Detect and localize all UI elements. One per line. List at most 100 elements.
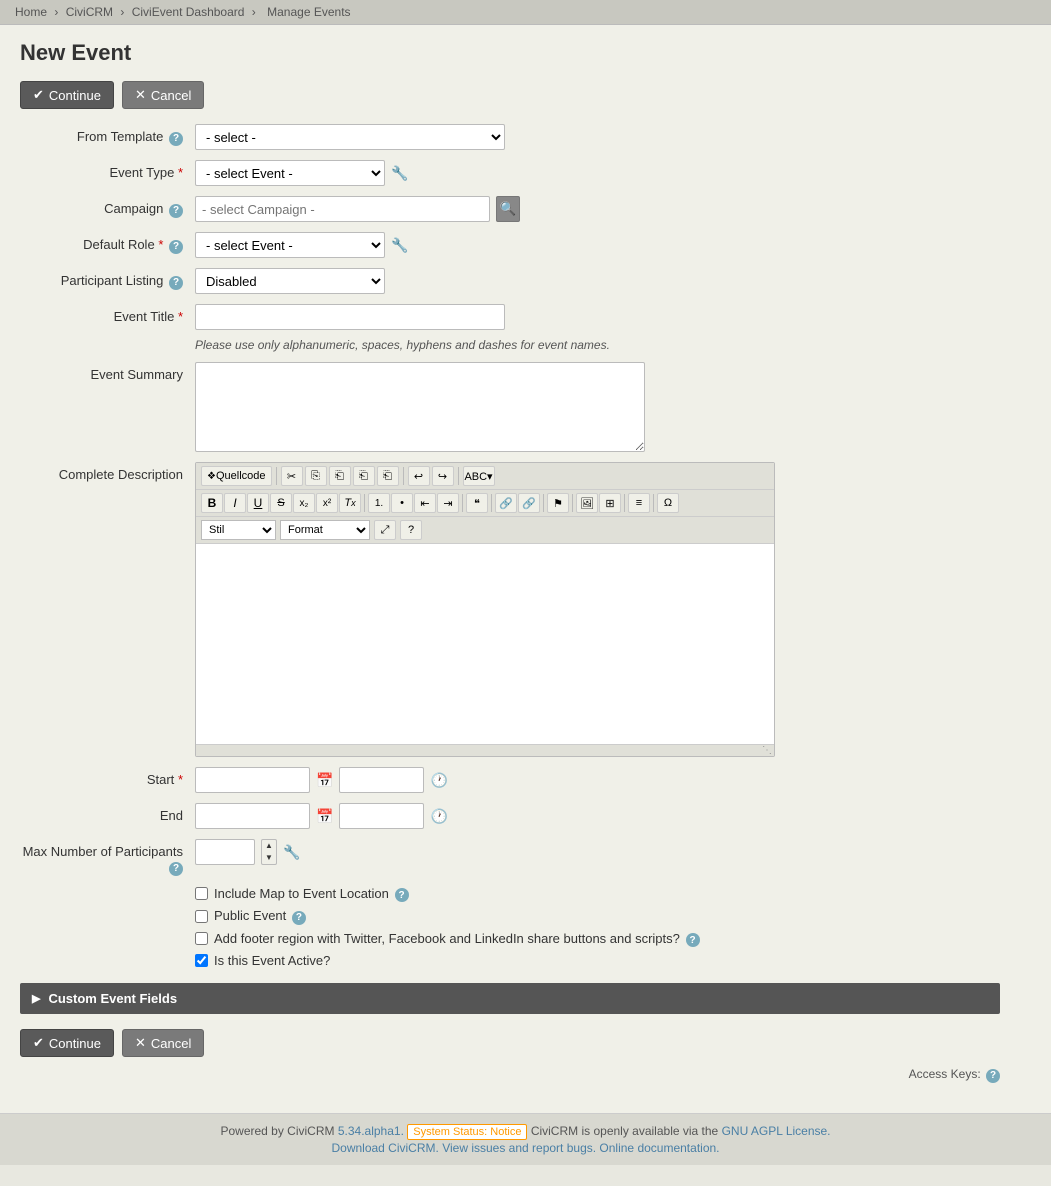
end-clock-icon: 🕐 (430, 808, 447, 825)
rte-paste-word-button[interactable]: ⎗ (377, 466, 399, 486)
include-map-row: Include Map to Event Location ? (195, 886, 1031, 903)
footer-region-row: Add footer region with Twitter, Facebook… (195, 931, 1031, 948)
continue-button-top[interactable]: ✔ Continue (20, 81, 114, 109)
rte-paste-button[interactable]: ⎗ (329, 466, 351, 486)
default-role-select[interactable]: - select Event - (195, 232, 385, 258)
rte-blockquote-button[interactable]: ❝ (466, 493, 488, 513)
rte-specialchar-button[interactable]: Ω (657, 493, 679, 513)
rte-source-button[interactable]: ❖ Quellcode (201, 466, 272, 486)
is-active-checkbox[interactable] (195, 954, 208, 967)
breadcrumb-civievent[interactable]: CiviEvent Dashboard (132, 5, 245, 19)
footer-license-link[interactable]: GNU AGPL License. (722, 1124, 831, 1138)
page-title: New Event (20, 40, 1031, 66)
default-role-help[interactable]: ? (169, 240, 183, 254)
rte-underline-button[interactable]: U (247, 493, 269, 513)
event-type-select[interactable]: - select Event - (195, 160, 385, 186)
rte-maximize-button[interactable]: ⤢ (374, 520, 396, 540)
start-time-input[interactable] (339, 767, 424, 793)
max-participants-spinner[interactable]: ▲ ▼ (261, 839, 277, 865)
rte-table-button[interactable]: ⊞ (599, 493, 621, 513)
event-summary-textarea[interactable] (195, 362, 645, 452)
rte-toolbar-format: Stil Format ⤢ ? (196, 517, 774, 544)
footer-version-link[interactable]: 5.34.alpha1. (338, 1124, 404, 1138)
footer-download-link[interactable]: Download CiviCRM. (331, 1141, 438, 1155)
rte-orderedlist-button[interactable]: 1. (368, 493, 390, 513)
rte-unorderedlist-button[interactable]: • (391, 493, 413, 513)
custom-event-fields-section[interactable]: ▶ Custom Event Fields (20, 983, 1000, 1014)
top-button-bar: ✔ Continue ✕ Cancel (20, 81, 1031, 109)
from-template-select[interactable]: - select - (195, 124, 505, 150)
public-event-label: Public Event ? (214, 908, 306, 925)
system-status-badge[interactable]: System Status: Notice (407, 1124, 527, 1140)
max-participants-wrench-icon[interactable]: 🔧 (283, 844, 300, 861)
public-event-checkbox[interactable] (195, 910, 208, 923)
footer-region-checkbox[interactable] (195, 932, 208, 945)
start-date-input[interactable] (195, 767, 310, 793)
rte-paste-plain-button[interactable]: ⎗ (353, 466, 375, 486)
rte-redo-button[interactable]: ↪ (432, 466, 454, 486)
rte-cut-button[interactable]: ✂ (281, 466, 303, 486)
max-participants-help[interactable]: ? (169, 862, 183, 876)
cancel-button-bottom[interactable]: ✕ Cancel (122, 1029, 204, 1057)
participant-listing-help[interactable]: ? (169, 276, 183, 290)
rte-indent-button[interactable]: ⇥ (437, 493, 459, 513)
default-role-wrench-icon[interactable]: 🔧 (391, 237, 408, 254)
campaign-help[interactable]: ? (169, 204, 183, 218)
event-type-row: Event Type * - select Event - 🔧 (20, 160, 1031, 186)
access-keys: Access Keys: ? (20, 1067, 1000, 1083)
rte-format-select[interactable]: Format (280, 520, 370, 540)
breadcrumb-civicrm[interactable]: CiviCRM (66, 5, 113, 19)
rte-align-button[interactable]: ≡ (628, 493, 650, 513)
rte-bold-button[interactable]: B (201, 493, 223, 513)
rte-image-button[interactable]: 🖼 (576, 493, 598, 513)
event-title-input[interactable] (195, 304, 505, 330)
footer-region-help[interactable]: ? (686, 933, 700, 947)
rte-undo-button[interactable]: ↩ (408, 466, 430, 486)
rte-subscript-button[interactable]: x₂ (293, 493, 315, 513)
end-date-input[interactable] (195, 803, 310, 829)
search-icon: 🔍 (500, 201, 517, 217)
max-participants-input[interactable] (195, 839, 255, 865)
end-calendar-icon[interactable]: 📅 (316, 808, 333, 825)
rte-italic-button[interactable]: I (224, 493, 246, 513)
rte-copy-button[interactable]: ⎘ (305, 466, 327, 486)
footer-docs-link[interactable]: Online documentation. (599, 1141, 719, 1155)
rte-unlink-button[interactable]: 🔗 (518, 493, 540, 513)
rte-superscript-button[interactable]: x² (316, 493, 338, 513)
max-participants-row: Max Number of Participants ? ▲ ▼ 🔧 (20, 839, 1031, 876)
cancel-button-top[interactable]: ✕ Cancel (122, 81, 204, 109)
rte-body[interactable] (196, 544, 774, 744)
event-title-row: Event Title * Please use only alphanumer… (20, 304, 1031, 352)
rte-divider6 (491, 494, 492, 512)
include-map-checkbox[interactable] (195, 887, 208, 900)
rte-outdent-button[interactable]: ⇤ (414, 493, 436, 513)
rte-strikethrough-button[interactable]: S (270, 493, 292, 513)
continue-button-bottom[interactable]: ✔ Continue (20, 1029, 114, 1057)
event-title-label: Event Title * (20, 304, 195, 324)
max-participants-label: Max Number of Participants ? (20, 839, 195, 876)
campaign-input[interactable] (195, 196, 490, 222)
rte-removeformat-button[interactable]: Tx (339, 493, 361, 513)
access-keys-help[interactable]: ? (986, 1069, 1000, 1083)
rte-flag-button[interactable]: ⚑ (547, 493, 569, 513)
breadcrumb-home[interactable]: Home (15, 5, 47, 19)
start-calendar-icon[interactable]: 📅 (316, 772, 333, 789)
campaign-search-button[interactable]: 🔍 (496, 196, 520, 222)
rte-help-button[interactable]: ? (400, 520, 422, 540)
public-event-help[interactable]: ? (292, 911, 306, 925)
campaign-row: Campaign ? 🔍 (20, 196, 1031, 222)
rte-resize-handle[interactable]: ⋱ (196, 744, 774, 756)
is-active-label: Is this Event Active? (214, 953, 330, 968)
rte-style-select[interactable]: Stil (201, 520, 276, 540)
end-controls: 📅 🕐 (195, 803, 1031, 829)
from-template-help[interactable]: ? (169, 132, 183, 146)
event-type-wrench-icon[interactable]: 🔧 (391, 165, 408, 182)
rte-spellcheck-button[interactable]: ABC▾ (463, 466, 495, 486)
footer-issues-link[interactable]: View issues and report bugs. (442, 1141, 596, 1155)
participant-listing-select[interactable]: Disabled (195, 268, 385, 294)
end-time-input[interactable] (339, 803, 424, 829)
start-label: Start * (20, 767, 195, 787)
rte-divider8 (572, 494, 573, 512)
include-map-help[interactable]: ? (395, 888, 409, 902)
rte-link-button[interactable]: 🔗 (495, 493, 517, 513)
